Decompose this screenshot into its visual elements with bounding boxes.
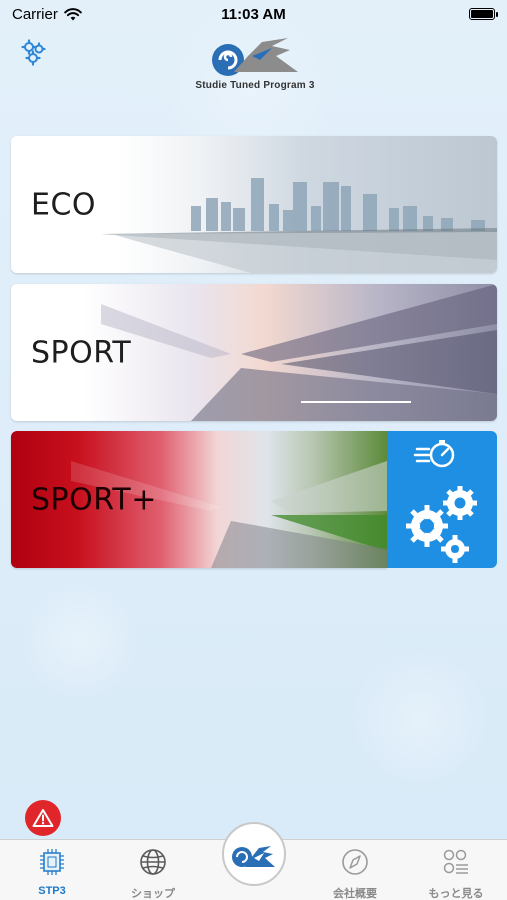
logo-text: Studie Tuned Program 3 [195,80,315,91]
chip-icon [40,849,64,875]
custom-tuning-button[interactable] [387,431,497,568]
tab-label-stp3: STP3 [38,885,66,897]
tab-shop[interactable]: ショップ [108,848,198,900]
tab-company[interactable]: 会社概要 [310,848,400,900]
gears-icon [21,39,46,66]
tab-label-more: もっと見る [428,888,484,900]
tab-label-company: 会社概要 [333,888,377,900]
mode-label-sport-plus: SPORT+ [31,482,157,517]
alert-button[interactable] [25,800,61,836]
mode-card-sport-plus[interactable]: SPORT+ [11,431,387,568]
studie-logo-icon [212,38,298,76]
mode-label-sport: SPORT [31,335,132,370]
app-logo: Studie Tuned Program 3 [190,26,320,96]
battery-icon [469,8,498,20]
mode-label-eco: ECO [31,187,97,222]
tab-more[interactable]: もっと見る [411,848,501,900]
center-home-button[interactable] [222,822,286,886]
clock: 11:03 AM [221,5,286,23]
globe-icon [140,849,166,875]
mode-card-sport[interactable]: SPORT [11,284,497,421]
compass-icon [342,849,368,875]
status-bar: Carrier 11:03 AM [0,0,507,28]
tab-stp3[interactable]: STP3 [7,848,97,897]
studie-logo-icon [232,846,275,867]
warning-icon [32,809,54,827]
settings-button[interactable] [20,38,48,66]
stopwatch-gears-icon [406,440,477,563]
mode-card-eco[interactable]: ECO [11,136,497,273]
more-grid-icon [443,849,468,874]
tab-label-shop: ショップ [131,888,175,900]
